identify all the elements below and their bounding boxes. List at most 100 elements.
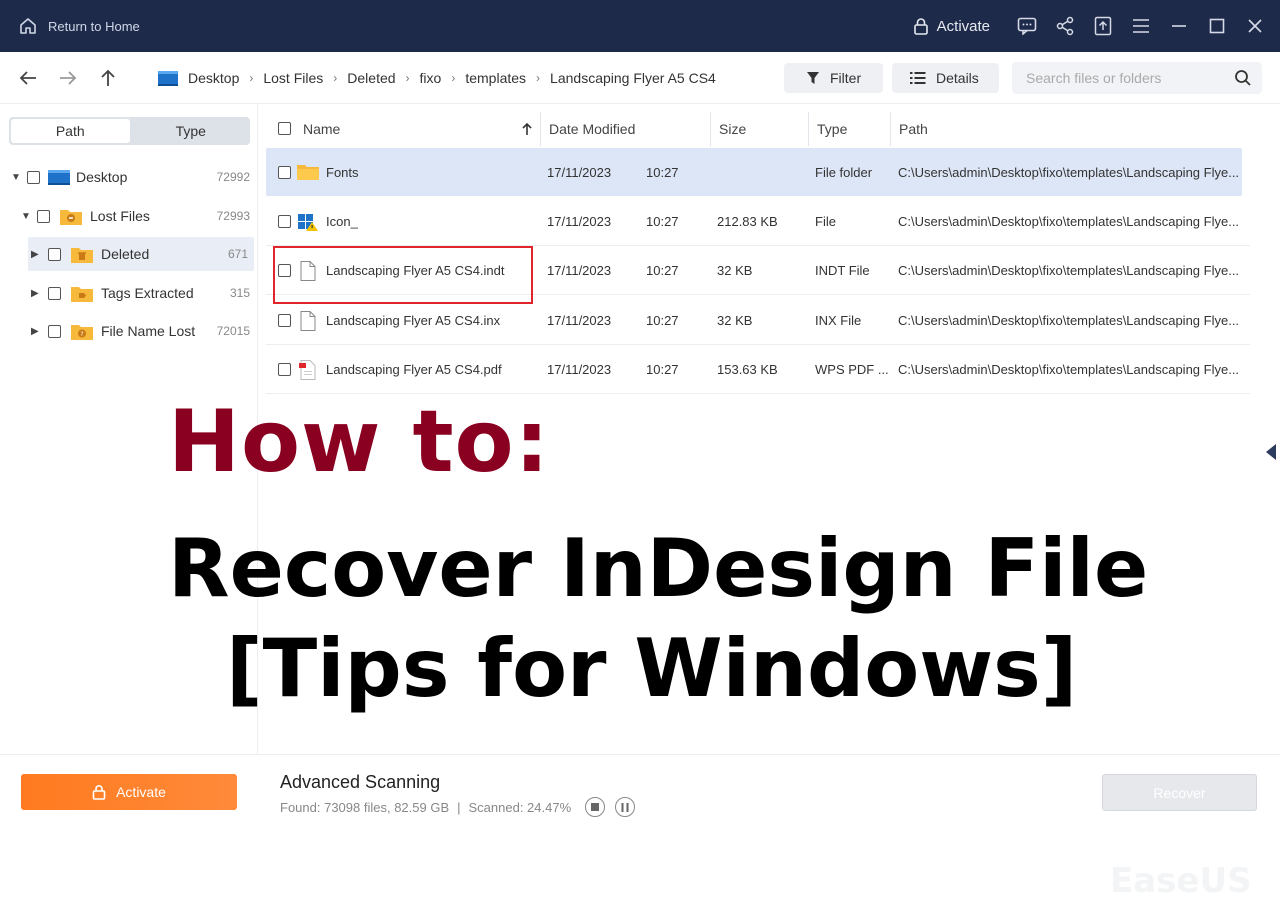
feedback-button[interactable]: [1008, 0, 1046, 52]
overlay-headline-title: Recover InDesign File: [168, 522, 1149, 615]
breadcrumb-item[interactable]: Deleted: [347, 70, 395, 86]
upload-button[interactable]: [1084, 0, 1122, 52]
sort-up-icon: [522, 122, 532, 135]
tab-type[interactable]: Type: [132, 117, 251, 145]
minimize-button[interactable]: [1160, 0, 1198, 52]
column-label: Type: [817, 121, 848, 137]
unknown-folder-icon: ?: [71, 324, 93, 340]
expand-down-icon[interactable]: ▼: [21, 211, 31, 222]
tree-item-label: Lost Files: [90, 208, 150, 224]
checkbox[interactable]: [48, 324, 61, 338]
maximize-button[interactable]: [1198, 0, 1236, 52]
breadcrumb-item[interactable]: Desktop: [188, 70, 239, 86]
arrow-left-icon: [19, 70, 36, 85]
file-type: INX File: [815, 313, 862, 328]
row-checkbox[interactable]: [278, 165, 291, 179]
select-all-checkbox[interactable]: [278, 122, 291, 135]
view-toggle: Path Type: [9, 117, 250, 145]
table-row[interactable]: Landscaping Flyer A5 CS4.pdf 17/11/2023 …: [266, 346, 1250, 394]
file-name: Fonts: [326, 164, 359, 180]
back-button[interactable]: [8, 58, 48, 98]
tree-item-deleted[interactable]: ▶ Deleted 671: [28, 237, 254, 271]
table-row[interactable]: Fonts 17/11/2023 10:27 File folder C:\Us…: [266, 148, 1242, 196]
row-checkbox[interactable]: [278, 215, 291, 228]
expand-right-icon[interactable]: ▶: [31, 288, 41, 299]
forward-button[interactable]: [48, 58, 88, 98]
search-icon[interactable]: [1234, 69, 1252, 87]
file-size: 32 KB: [717, 263, 753, 278]
item-count: 671: [227, 247, 248, 261]
highlight-box: [273, 246, 533, 304]
chevron-right-icon: ›: [249, 70, 254, 85]
share-icon: [1056, 16, 1074, 36]
arrow-right-icon: [60, 70, 77, 85]
hamburger-menu-icon: [1133, 19, 1149, 33]
tab-path[interactable]: Path: [11, 119, 130, 143]
desktop-icon: [158, 70, 178, 86]
activate-link[interactable]: Activate: [913, 17, 990, 35]
checkbox[interactable]: [48, 286, 61, 300]
details-button[interactable]: Details: [892, 63, 999, 93]
checkbox[interactable]: [37, 209, 50, 223]
checkbox[interactable]: [48, 247, 61, 261]
return-home-label: Return to Home: [48, 18, 140, 34]
file-date: 17/11/2023: [547, 362, 612, 377]
collapse-panel-handle[interactable]: [1266, 444, 1276, 460]
column-label: Name: [303, 121, 341, 137]
tree-item-lost-files[interactable]: ▼ Lost Files 72993: [0, 199, 258, 233]
file-path: C:\Users\admin\Desktop\fixo\templates\La…: [898, 164, 1240, 180]
return-home-button[interactable]: Return to Home: [18, 16, 140, 36]
filter-button[interactable]: Filter: [784, 63, 884, 93]
table-row[interactable]: Icon_ 17/11/2023 10:27 212.83 KB File C:…: [266, 198, 1250, 246]
column-name[interactable]: Name: [303, 112, 539, 146]
file-name: Landscaping Flyer A5 CS4.inx: [326, 313, 501, 328]
expand-right-icon[interactable]: ▶: [31, 326, 41, 337]
menu-button[interactable]: [1122, 0, 1160, 52]
easeus-watermark-logo: EaseUS: [1110, 861, 1252, 900]
table-row[interactable]: Landscaping Flyer A5 CS4.inx 17/11/2023 …: [266, 297, 1250, 345]
activate-label: Activate: [936, 17, 990, 35]
overlay-headline-subtitle: [Tips for Windows]: [226, 622, 1078, 715]
pause-icon: [621, 802, 629, 812]
tree-item-desktop[interactable]: ▼ Desktop 72992: [0, 160, 258, 194]
share-button[interactable]: [1046, 0, 1084, 52]
chevron-right-icon: ›: [451, 70, 456, 85]
recover-button[interactable]: Recover: [1102, 774, 1257, 811]
tree-item-tags-extracted[interactable]: ▶ Tags Extracted 315: [0, 276, 258, 310]
column-label: Size: [719, 121, 747, 137]
pause-button[interactable]: [615, 797, 636, 817]
chevron-right-icon: ›: [405, 70, 410, 85]
file-path: C:\Users\admin\Desktop\fixo\templates\La…: [898, 263, 1240, 278]
breadcrumb-item[interactable]: Landscaping Flyer A5 CS4: [550, 70, 716, 86]
column-size[interactable]: Size: [710, 112, 808, 146]
file-time: 10:27: [646, 214, 679, 229]
status-bar: Activate Advanced Scanning Found: 73098 …: [0, 754, 1280, 900]
lost-folder-icon: [60, 209, 82, 225]
breadcrumb-item[interactable]: Lost Files: [263, 70, 323, 86]
chat-icon: [1017, 17, 1037, 35]
list-icon: [910, 72, 926, 84]
search-input[interactable]: [1026, 70, 1226, 86]
stop-button[interactable]: [585, 797, 606, 817]
expand-down-icon[interactable]: ▼: [11, 172, 21, 183]
breadcrumb-item[interactable]: templates: [465, 70, 526, 86]
file-type: File: [815, 214, 836, 229]
row-checkbox[interactable]: [278, 363, 291, 376]
column-path[interactable]: Path: [890, 112, 1258, 146]
column-date-modified[interactable]: Date Modified: [540, 112, 710, 146]
lock-icon: [913, 18, 928, 35]
expand-right-icon[interactable]: ▶: [31, 249, 41, 260]
folder-icon: [297, 165, 319, 180]
activate-button[interactable]: Activate: [21, 774, 237, 810]
file-date: 17/11/2023: [547, 313, 612, 328]
upload-icon: [1094, 16, 1112, 36]
column-type[interactable]: Type: [808, 112, 890, 146]
up-button[interactable]: [88, 58, 128, 98]
tree-item-file-name-lost[interactable]: ▶ ? File Name Lost 72015: [0, 314, 258, 348]
close-button[interactable]: [1236, 0, 1274, 52]
breadcrumb-item[interactable]: fixo: [420, 70, 442, 86]
checkbox[interactable]: [27, 170, 40, 184]
file-name: Icon_: [326, 214, 358, 229]
row-checkbox[interactable]: [278, 314, 291, 327]
stop-icon: [591, 803, 600, 811]
